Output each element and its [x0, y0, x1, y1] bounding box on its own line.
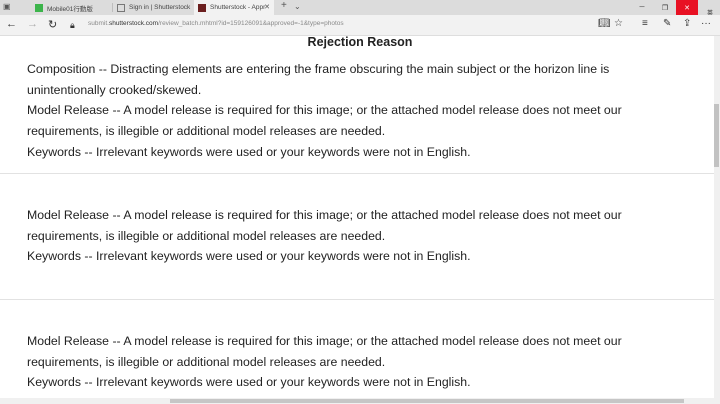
reason-text: Composition -- Distracting elements are …: [27, 62, 610, 97]
address-bar: ← → ↻ 🔒︎ submit.shutterstock.com/review_…: [0, 15, 720, 36]
reason-text: Keywords -- Irrelevant keywords were use…: [27, 249, 471, 264]
url-domain: shutterstock.com: [108, 20, 159, 27]
minimize-button[interactable]: ─: [631, 0, 653, 15]
row-divider: [0, 299, 714, 300]
tab-bar: ▣ Mobile01行動版 Sign in | Shutterstock Shu…: [0, 0, 720, 17]
reading-view-icon[interactable]: 📖︎: [598, 18, 611, 29]
reason-text: Model Release -- A model release is requ…: [27, 103, 622, 139]
ime-indicator: 英: [706, 11, 713, 17]
tab-label: Shutterstock - Appr: [210, 4, 266, 11]
tab-sign-in[interactable]: Sign in | Shutterstock: [113, 0, 193, 15]
web-note-icon[interactable]: ✎: [663, 18, 671, 29]
horizontal-scroll-thumb[interactable]: [170, 399, 684, 403]
hub-icon[interactable]: ≡: [642, 18, 648, 29]
page-title: Rejection Reason: [307, 35, 413, 49]
close-window-button[interactable]: ✕: [676, 0, 698, 15]
maximize-button[interactable]: ❐: [654, 0, 676, 15]
row-divider: [0, 173, 714, 174]
new-tab-icon[interactable]: +: [281, 0, 287, 11]
rejection-row: Composition -- Distracting elements are …: [27, 59, 667, 163]
back-arrow-icon[interactable]: ←: [6, 18, 17, 30]
reason-text: Model Release -- A model release is requ…: [27, 208, 622, 243]
reason-text: Keywords -- Irrelevant keywords were use…: [27, 375, 471, 390]
refresh-icon[interactable]: ↻: [48, 18, 57, 31]
rejection-row: Model Release -- A model release is requ…: [27, 331, 667, 393]
mobile01-favicon-icon: [35, 3, 43, 12]
tab-label: Sign in | Shutterstock: [129, 4, 191, 11]
url-prefix: submit.: [88, 20, 109, 27]
rejection-row: Model Release -- A model release is requ…: [27, 205, 667, 267]
tab-list-chevron-icon[interactable]: ⌄: [294, 2, 301, 11]
tab-label: Mobile01行動版: [47, 5, 93, 13]
url-path: /review_batch.mhtml?id=159126091&approve…: [158, 20, 344, 27]
reason-text: Keywords -- Irrelevant keywords were use…: [27, 144, 471, 159]
lock-icon: 🔒︎: [70, 20, 75, 30]
favorite-star-icon[interactable]: ☆: [614, 18, 623, 29]
tab-preview-icon[interactable]: ▣: [3, 2, 11, 11]
vertical-scroll-thumb[interactable]: [714, 104, 719, 167]
share-icon[interactable]: ⇪: [683, 18, 691, 29]
close-tab-icon[interactable]: ✕: [264, 3, 270, 11]
tab-mobile01[interactable]: Mobile01行動版: [31, 0, 111, 15]
more-menu-icon[interactable]: ···: [701, 18, 711, 29]
vertical-scrollbar[interactable]: [714, 36, 720, 404]
url-field[interactable]: submit.shutterstock.com/review_batch.mht…: [88, 20, 344, 27]
reason-text: Model Release -- A model release is requ…: [27, 334, 622, 369]
forward-arrow-icon[interactable]: →: [27, 18, 38, 30]
tab-shutterstock-active[interactable]: Shutterstock - Appr ✕: [194, 0, 274, 15]
shutterstock-favicon-icon: [198, 3, 206, 12]
page-favicon-icon: [117, 3, 125, 12]
